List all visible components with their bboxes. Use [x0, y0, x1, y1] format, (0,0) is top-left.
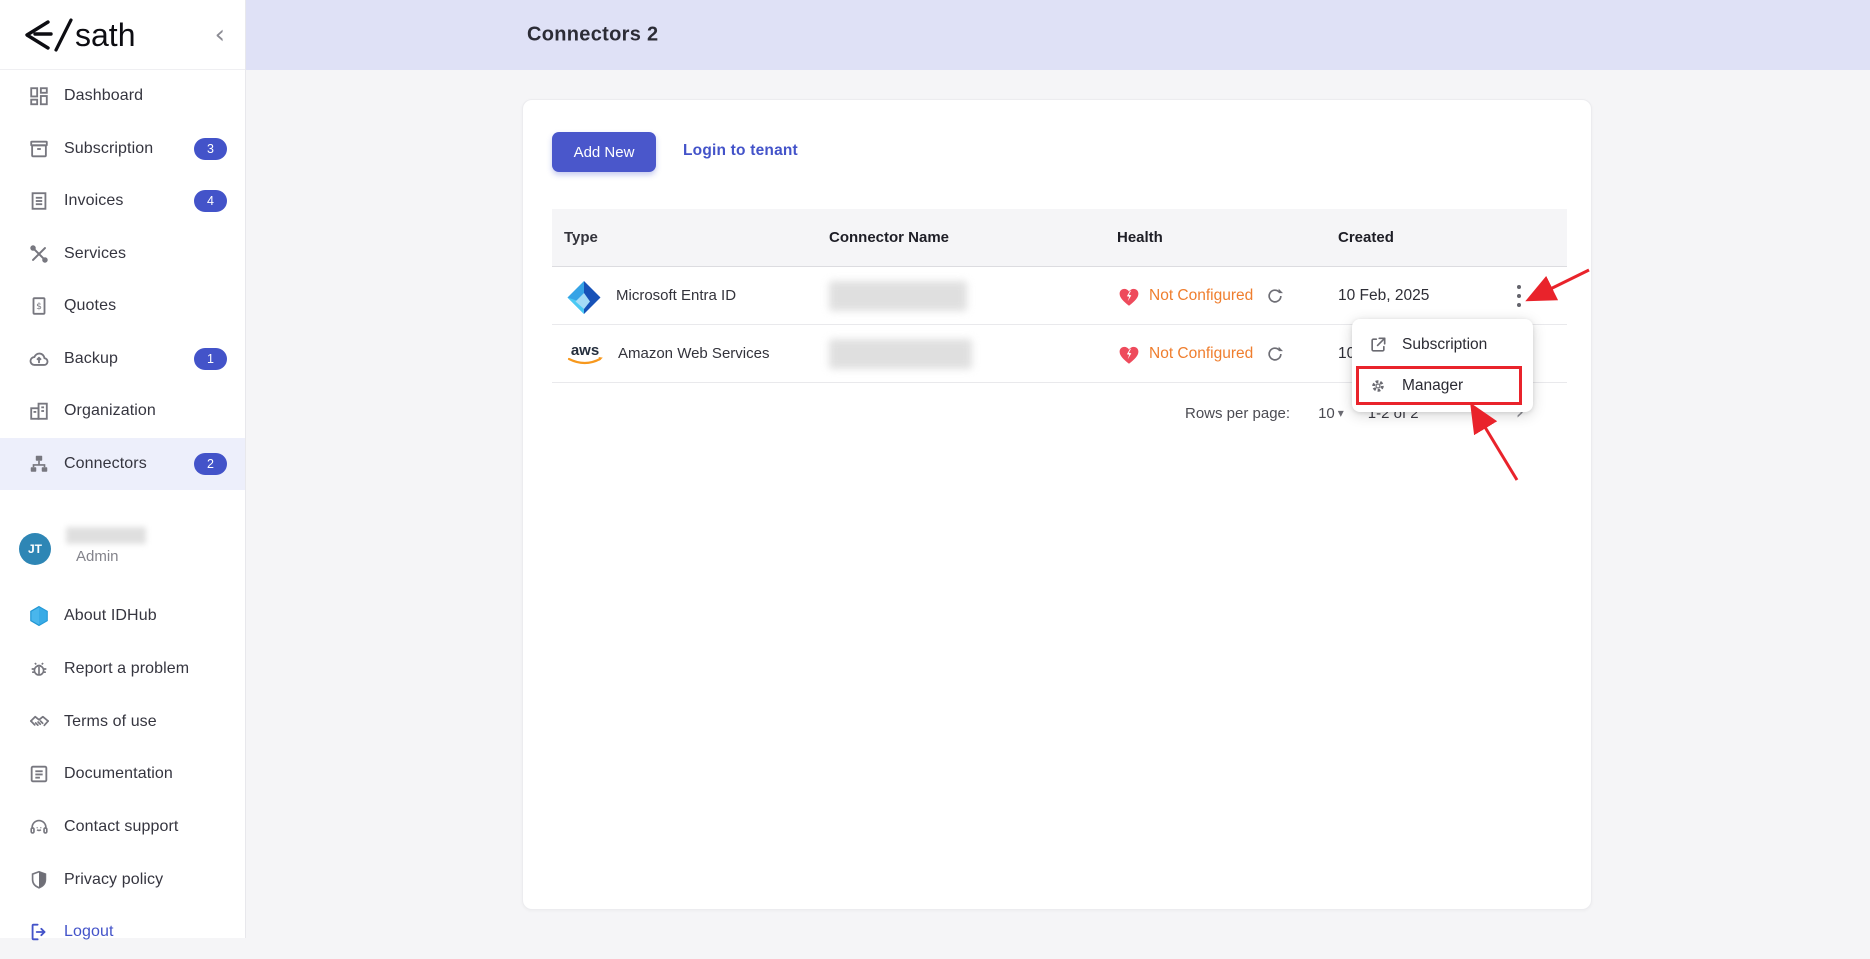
redacted-connector-name	[829, 281, 967, 311]
logout-icon	[27, 920, 51, 944]
subscription-count-badge: 3	[194, 138, 227, 160]
sidebar-item-label: Documentation	[64, 765, 227, 783]
sidebar-nav: Dashboard Subscription 3 Invoices 4	[0, 70, 245, 490]
open-in-new-icon	[1368, 335, 1388, 355]
sidebar-item-terms[interactable]: Terms of use	[0, 695, 245, 748]
sidebar-item-privacy-policy[interactable]: Privacy policy	[0, 853, 245, 906]
idhub-hexagon-icon	[27, 604, 51, 628]
sidebar-item-label: Organization	[64, 402, 227, 420]
rows-per-page-label: Rows per page:	[1185, 405, 1290, 422]
table-row: Microsoft Entra ID Not Configured 10 Feb…	[552, 267, 1567, 325]
sath-logo-text: sath	[75, 17, 135, 53]
connectors-count-badge: 2	[194, 453, 227, 475]
svg-text:$: $	[36, 301, 42, 312]
row-actions-kebab-icon[interactable]	[1512, 281, 1526, 311]
sidebar-item-label: Quotes	[64, 297, 227, 315]
sidebar-footer-nav: About IDHub Report a problem Terms of us…	[0, 590, 245, 959]
bug-icon	[27, 657, 51, 681]
health-status: Not Configured	[1149, 345, 1253, 363]
annotation-highlight-box	[1356, 366, 1522, 405]
connector-type-label: Amazon Web Services	[618, 345, 769, 362]
invoices-icon	[27, 189, 51, 213]
user-role: Admin	[66, 548, 146, 565]
login-to-tenant-link[interactable]: Login to tenant	[683, 142, 798, 160]
top-header: Connectors 2	[246, 0, 1870, 70]
backup-count-badge: 1	[194, 348, 227, 370]
sidebar: sath ‹ Dashboard Subscription 3	[0, 0, 246, 938]
sidebar-item-invoices[interactable]: Invoices 4	[0, 175, 245, 228]
sidebar-item-about-idhub[interactable]: About IDHub	[0, 590, 245, 643]
rows-per-page-value[interactable]: 10	[1318, 405, 1335, 422]
headset-icon	[27, 815, 51, 839]
redacted-user-name	[66, 527, 146, 544]
aws-logo: aws	[564, 337, 606, 371]
connectors-card: Add New Login to tenant Type Connector N…	[522, 99, 1592, 910]
sidebar-item-label: Invoices	[64, 192, 194, 210]
invoices-count-badge: 4	[194, 190, 227, 212]
broken-heart-icon	[1117, 285, 1141, 307]
page-title: Connectors 2	[527, 24, 658, 47]
redacted-connector-name	[829, 339, 972, 369]
refresh-icon[interactable]	[1265, 286, 1285, 306]
sidebar-collapse-icon[interactable]: ‹	[215, 22, 225, 48]
sidebar-item-label: Connectors	[64, 455, 194, 473]
column-header-connector-name: Connector Name	[829, 229, 1117, 246]
logo-row: sath ‹	[0, 0, 245, 70]
broken-heart-icon	[1117, 343, 1141, 365]
add-new-button[interactable]: Add New	[552, 132, 656, 172]
sidebar-item-label: Dashboard	[64, 87, 227, 105]
sidebar-item-label: About IDHub	[64, 607, 227, 625]
sidebar-item-label: Contact support	[64, 818, 227, 836]
sidebar-item-label: Subscription	[64, 140, 194, 158]
sidebar-item-report-problem[interactable]: Report a problem	[0, 643, 245, 696]
quotes-icon: $	[27, 294, 51, 318]
sidebar-item-label: Services	[64, 245, 227, 263]
connector-type-label: Microsoft Entra ID	[616, 287, 736, 304]
column-header-health: Health	[1117, 229, 1338, 246]
column-header-created: Created	[1338, 229, 1512, 246]
sidebar-item-quotes[interactable]: $ Quotes	[0, 280, 245, 333]
health-status: Not Configured	[1149, 287, 1253, 305]
services-icon	[27, 242, 51, 266]
sidebar-item-label: Report a problem	[64, 660, 227, 678]
sidebar-item-label: Terms of use	[64, 713, 227, 731]
sidebar-item-subscription[interactable]: Subscription 3	[0, 123, 245, 176]
user-profile[interactable]: JT Admin	[0, 533, 245, 579]
sidebar-item-services[interactable]: Services	[0, 228, 245, 281]
handshake-icon	[27, 710, 51, 734]
backup-icon	[27, 347, 51, 371]
sidebar-item-backup[interactable]: Backup 1	[0, 333, 245, 386]
sidebar-item-connectors[interactable]: Connectors 2	[0, 438, 245, 491]
menu-item-subscription[interactable]: Subscription	[1352, 324, 1533, 365]
sidebar-item-dashboard[interactable]: Dashboard	[0, 70, 245, 123]
sidebar-item-organization[interactable]: Organization	[0, 385, 245, 438]
sath-logo: sath	[18, 13, 168, 57]
microsoft-entra-id-logo	[564, 276, 604, 316]
sidebar-item-label: Privacy policy	[64, 871, 227, 889]
documentation-icon	[27, 762, 51, 786]
table-header-row: Type Connector Name Health Created	[552, 209, 1567, 267]
sidebar-item-contact-support[interactable]: Contact support	[0, 801, 245, 854]
rows-per-page-caret-icon[interactable]: ▾	[1338, 406, 1344, 420]
sidebar-item-documentation[interactable]: Documentation	[0, 748, 245, 801]
sidebar-item-logout[interactable]: Logout	[0, 906, 245, 959]
column-header-type: Type	[552, 229, 829, 246]
sidebar-item-label: Logout	[64, 923, 227, 941]
sidebar-item-label: Backup	[64, 350, 194, 368]
aws-logo-text: aws	[571, 342, 599, 359]
organization-icon	[27, 399, 51, 423]
refresh-icon[interactable]	[1265, 344, 1285, 364]
subscription-icon	[27, 137, 51, 161]
shield-icon	[27, 868, 51, 892]
menu-item-label: Subscription	[1402, 336, 1487, 354]
avatar: JT	[19, 533, 51, 565]
created-date: 10 Feb, 2025	[1338, 287, 1512, 305]
connectors-icon	[27, 452, 51, 476]
dashboard-icon	[27, 84, 51, 108]
